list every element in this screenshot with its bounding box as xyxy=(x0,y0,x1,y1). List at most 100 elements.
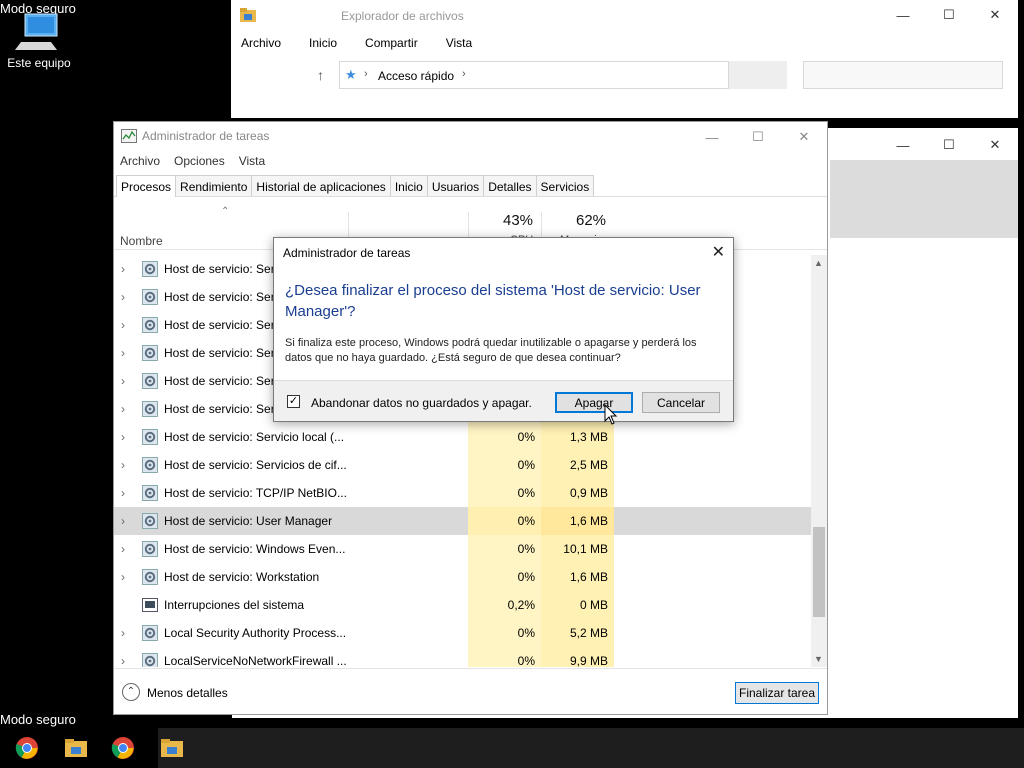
chrome-icon[interactable] xyxy=(111,736,135,760)
star-icon: ★ xyxy=(345,67,357,82)
minimize-icon[interactable]: — xyxy=(880,130,926,160)
table-row[interactable]: › Host de servicio: Workstation 0% 1,6 MB xyxy=(114,563,814,591)
chevron-right-icon[interactable]: › xyxy=(364,68,368,80)
explorer-titlebar[interactable]: Explorador de archivos — ☐ ✕ xyxy=(231,0,1018,32)
maximize-icon[interactable]: ☐ xyxy=(926,130,972,160)
search-input[interactable] xyxy=(803,61,1003,89)
system-icon xyxy=(142,597,158,613)
tab-inicio[interactable]: Inicio xyxy=(389,175,428,196)
address-bar[interactable]: ★ › Acceso rápido › xyxy=(339,61,729,89)
tab-servicios[interactable]: Servicios xyxy=(535,175,595,196)
desktop-icon-this-pc[interactable]: Este equipo xyxy=(4,12,74,70)
tab-procesos[interactable]: Procesos xyxy=(116,175,177,197)
menu-archivo[interactable]: Archivo xyxy=(120,154,160,168)
process-name: Host de servicio: Servicio local (... xyxy=(164,430,345,444)
chevron-right-icon[interactable]: › xyxy=(121,458,125,472)
table-row[interactable]: › Local Security Authority Process... 0% 5,… xyxy=(114,619,814,647)
chevron-right-icon[interactable]: › xyxy=(121,626,125,640)
tab-historial[interactable]: Historial de aplicaciones xyxy=(251,175,391,196)
address-dropdown[interactable] xyxy=(729,61,787,89)
ribbon-tab-archivo[interactable]: Archivo xyxy=(241,36,295,50)
close-icon[interactable]: ✕ xyxy=(972,0,1018,30)
ribbon-tab-inicio[interactable]: Inicio xyxy=(309,36,351,50)
dialog-heading: ¿Desea finalizar el proceso del sistema … xyxy=(285,282,701,320)
explorer-window[interactable]: Explorador de archivos — ☐ ✕ Archivo Ini… xyxy=(231,0,1018,118)
ribbon-tab-compartir[interactable]: Compartir xyxy=(365,36,432,50)
cpu-cell: 0% xyxy=(468,535,541,563)
shutdown-button[interactable]: Apagar xyxy=(555,392,633,413)
scroll-up-icon[interactable]: ▲ xyxy=(814,258,823,268)
table-row[interactable]: › Host de servicio: User Manager 0% 1,6 MB xyxy=(114,507,814,535)
scrollbar-thumb[interactable] xyxy=(813,527,825,617)
chevron-right-icon[interactable]: › xyxy=(121,262,125,276)
folder-icon[interactable] xyxy=(160,736,184,760)
desktop-icon-label: Este equipo xyxy=(7,56,71,70)
end-task-button[interactable]: Finalizar tarea xyxy=(735,682,819,704)
chevron-right-icon[interactable]: › xyxy=(121,514,125,528)
minimize-icon[interactable]: — xyxy=(689,122,735,152)
close-icon[interactable]: ✕ xyxy=(712,242,725,262)
minimize-icon[interactable]: — xyxy=(880,0,926,30)
menu-opciones[interactable]: Opciones xyxy=(174,154,225,168)
table-row[interactable]: › Host de servicio: Servicio local (... 0%… xyxy=(114,423,814,451)
cancel-button[interactable]: Cancelar xyxy=(642,392,720,413)
table-row[interactable]: › Host de servicio: Windows Even... 0% 10,1… xyxy=(114,535,814,563)
service-gear-icon xyxy=(142,569,158,585)
confirm-dialog[interactable]: Administrador de tareas ✕ ¿Desea finaliz… xyxy=(273,237,734,422)
chevron-right-icon[interactable]: › xyxy=(121,290,125,304)
tab-rendimiento[interactable]: Rendimiento xyxy=(175,175,253,196)
memory-cell: 10,1 MB xyxy=(541,535,614,563)
memory-total[interactable]: 62% xyxy=(576,212,606,229)
table-row[interactable]: › Host de servicio: Servicios de cif... 0%… xyxy=(114,451,814,479)
maximize-icon[interactable]: ☐ xyxy=(735,122,781,152)
chevron-right-icon[interactable]: › xyxy=(121,374,125,388)
up-arrow-icon[interactable]: ↑ xyxy=(317,67,324,83)
table-row[interactable]: › LocalServiceNoNetworkFirewall ... 0% 9,9 … xyxy=(114,647,814,667)
service-gear-icon xyxy=(142,261,158,277)
chevron-right-icon[interactable]: › xyxy=(462,68,466,80)
chrome-icon[interactable] xyxy=(15,736,39,760)
chevron-right-icon[interactable]: › xyxy=(121,430,125,444)
maximize-icon[interactable]: ☐ xyxy=(926,0,972,30)
service-gear-icon xyxy=(142,289,158,305)
chevron-right-icon[interactable]: › xyxy=(121,654,125,667)
process-name: Host de servicio: Workstation xyxy=(164,570,320,584)
ribbon-tab-vista[interactable]: Vista xyxy=(446,36,486,50)
vertical-scrollbar[interactable]: ▲ ▼ xyxy=(811,255,827,667)
folder-icon[interactable] xyxy=(64,736,88,760)
table-row[interactable]: › Host de servicio: TCP/IP NetBIO... 0% 0,9… xyxy=(114,479,814,507)
service-gear-icon xyxy=(142,317,158,333)
chevron-right-icon[interactable]: › xyxy=(121,318,125,332)
cpu-cell: 0,2% xyxy=(468,591,541,619)
cpu-cell: 0% xyxy=(468,619,541,647)
computer-icon xyxy=(15,13,58,50)
cpu-total[interactable]: 43% xyxy=(503,212,533,229)
table-row[interactable]: Interrupciones del sistema 0,2% 0 MB xyxy=(114,591,814,619)
chevron-up-circle-icon[interactable]: ⌃ xyxy=(122,683,140,701)
chevron-right-icon[interactable]: › xyxy=(121,570,125,584)
chevron-right-icon[interactable]: › xyxy=(121,346,125,360)
service-gear-icon xyxy=(142,485,158,501)
process-name: Host de servicio: TCP/IP NetBIO... xyxy=(164,486,347,500)
breadcrumb-quick-access[interactable]: Acceso rápido xyxy=(378,69,454,83)
tab-detalles[interactable]: Detalles xyxy=(483,175,537,196)
cpu-cell: 0% xyxy=(468,423,541,451)
menu-vista[interactable]: Vista xyxy=(239,154,265,168)
chevron-right-icon[interactable]: › xyxy=(121,542,125,556)
abandon-data-checkbox[interactable]: ✓ xyxy=(287,395,300,408)
scroll-down-icon[interactable]: ▼ xyxy=(814,654,823,664)
tab-usuarios[interactable]: Usuarios xyxy=(426,175,485,196)
service-gear-icon xyxy=(142,513,158,529)
less-details-link[interactable]: Menos detalles xyxy=(147,686,228,700)
service-gear-icon xyxy=(142,653,158,667)
close-icon[interactable]: ✕ xyxy=(781,122,827,152)
memory-cell: 9,9 MB xyxy=(541,647,614,667)
chevron-right-icon[interactable]: › xyxy=(121,402,125,416)
column-header-name[interactable]: Nombre xyxy=(120,234,163,248)
checkbox-label[interactable]: Abandonar datos no guardados y apagar. xyxy=(311,396,532,410)
close-icon[interactable]: ✕ xyxy=(972,130,1018,160)
memory-cell: 1,3 MB xyxy=(541,423,614,451)
process-name: Host de servicio: Serv xyxy=(164,374,281,388)
memory-cell: 0 MB xyxy=(541,591,614,619)
chevron-right-icon[interactable]: › xyxy=(121,486,125,500)
